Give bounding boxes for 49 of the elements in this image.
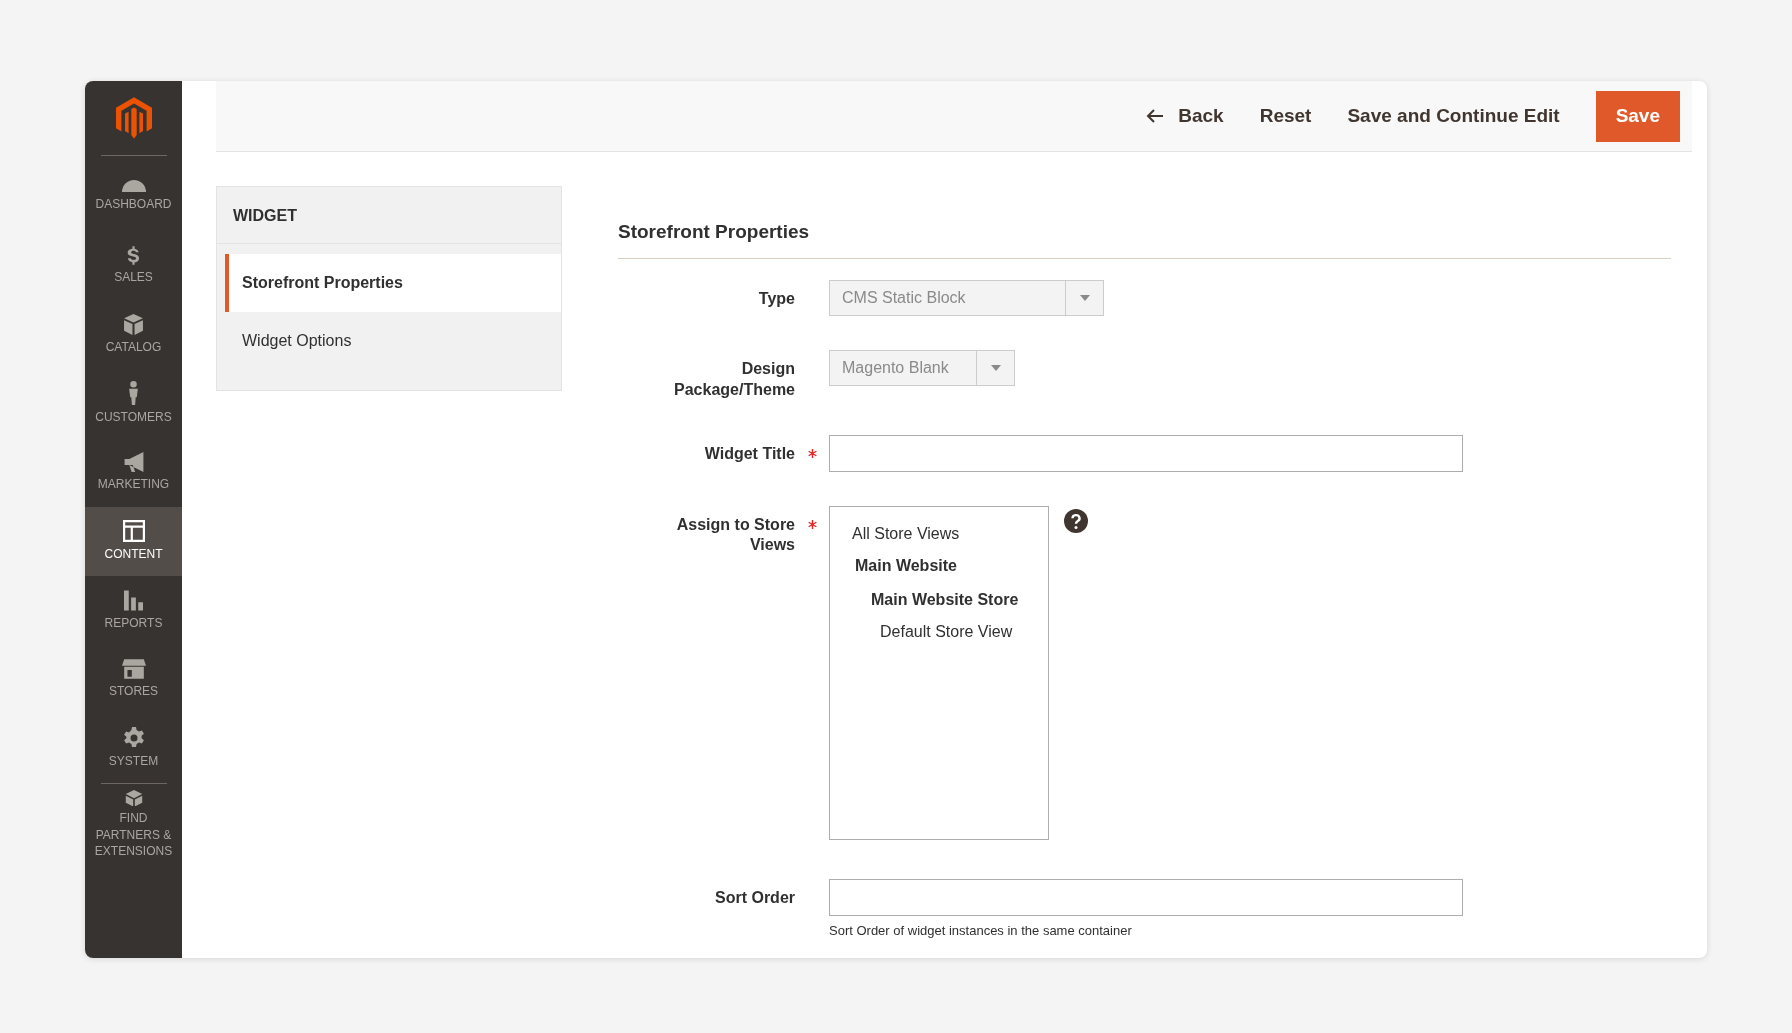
nav-item[interactable]: FIND PARTNERS & EXTENSIONS: [85, 790, 182, 859]
select-field[interactable]: Magento Blank: [829, 350, 1015, 386]
list-option[interactable]: All Store Views: [830, 518, 1048, 549]
store-view-list[interactable]: All Store Views Main Website Main Website Store Default Store View: [829, 505, 1049, 840]
section-title: Storefront Properties: [618, 221, 1671, 259]
shop-icon: [121, 659, 146, 680]
back-button[interactable]: Back: [1146, 105, 1224, 127]
caret-icon: [1079, 295, 1090, 301]
settings-icon: [122, 727, 145, 750]
tabs-heading: WIDGET: [217, 187, 561, 244]
nav-item[interactable]: DASHBOARD: [85, 162, 182, 231]
save-button[interactable]: Save: [1595, 90, 1680, 142]
field-label: Sort Order: [715, 887, 795, 908]
field-label: Design Package/Theme: [673, 359, 795, 400]
megaphone-icon: [123, 452, 144, 473]
help-icon[interactable]: [1064, 508, 1088, 533]
action-button[interactable]: Reset: [1259, 105, 1312, 127]
nav-item[interactable]: STORES: [85, 645, 182, 714]
bar-chart-icon: [124, 589, 143, 611]
nav-item[interactable]: CUSTOMERS: [85, 369, 182, 438]
tab[interactable]: Widget Options: [225, 312, 561, 370]
nav-item[interactable]: REPORTS: [85, 576, 182, 645]
arrow-left-icon: [1146, 109, 1165, 123]
input-field[interactable]: [829, 878, 1463, 916]
layout-icon: [122, 520, 145, 543]
gauge-icon: [121, 180, 146, 193]
input-field[interactable]: [829, 434, 1463, 472]
action-button[interactable]: Save and Continue Edit: [1347, 105, 1560, 127]
field-note: Sort Order of widget instances in the same container: [829, 922, 1133, 938]
list-option[interactable]: Main Website: [830, 548, 1048, 583]
nav-item[interactable]: SYSTEM: [85, 714, 182, 783]
dollar-icon: [127, 245, 140, 265]
nav-item[interactable]: CATALOG: [85, 300, 182, 369]
select-field[interactable]: CMS Static Block: [829, 280, 1104, 316]
required-icon: [808, 448, 817, 458]
field-label: Assign to Store Views: [675, 514, 795, 556]
person-icon: [129, 381, 138, 406]
field-label: Widget Title: [704, 443, 795, 464]
field-label: Type: [758, 289, 795, 309]
required-icon: [808, 519, 817, 529]
logo-icon[interactable]: [115, 97, 152, 139]
nav-item[interactable]: CONTENT: [85, 507, 182, 576]
list-option[interactable]: Main Website Store: [830, 582, 1048, 617]
tab[interactable]: Storefront Properties: [225, 254, 561, 312]
nav-item[interactable]: MARKETING: [85, 438, 182, 507]
caret-icon: [990, 365, 1001, 371]
box-icon: [124, 313, 143, 335]
list-option[interactable]: Default Store View: [830, 616, 1048, 647]
nav-item[interactable]: SALES: [85, 231, 182, 300]
